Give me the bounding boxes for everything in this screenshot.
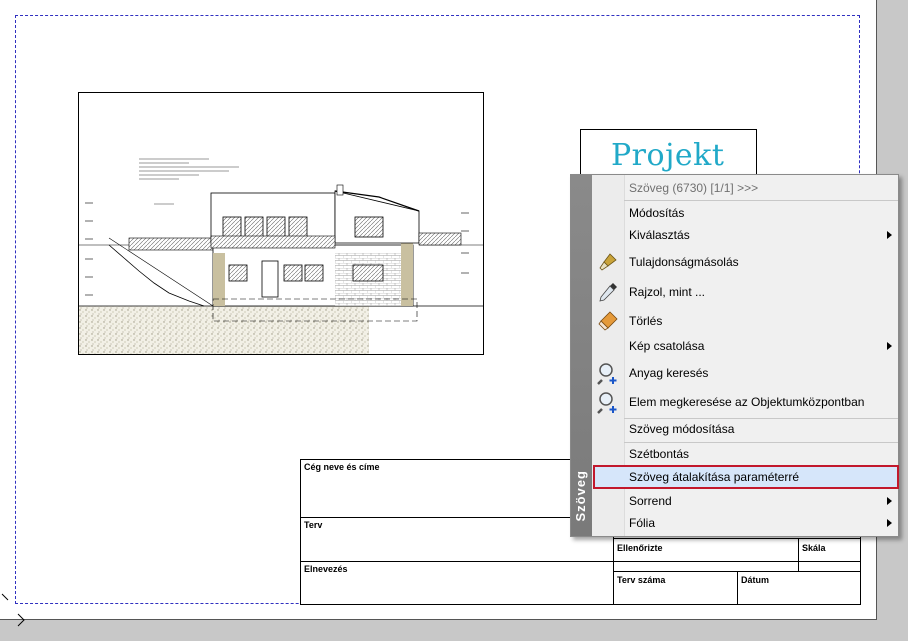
search-plus-icon bbox=[597, 363, 617, 385]
menu-item-find-in-object-center[interactable]: Elem megkeresése az Objektumközpontban bbox=[592, 388, 898, 416]
menu-item-convert-text-to-parameter[interactable]: Szöveg átalakítása paraméterré bbox=[593, 465, 899, 489]
date-label: Dátum bbox=[741, 575, 770, 585]
menu-item-label: Módosítás bbox=[629, 206, 685, 220]
cursor-marker-icon bbox=[1, 593, 25, 627]
menu-item-label: Anyag keresés bbox=[629, 366, 709, 380]
menu-side-title: Szöveg bbox=[573, 470, 588, 522]
submenu-arrow-icon bbox=[887, 519, 892, 527]
project-label-text: Projekt bbox=[611, 138, 725, 173]
menu-separator bbox=[624, 442, 898, 443]
checked-label: Ellenőrizte bbox=[617, 543, 663, 553]
plan-label: Terv bbox=[304, 520, 323, 530]
menu-item-select[interactable]: Kiválasztás bbox=[592, 225, 898, 245]
menu-item-order[interactable]: Sorrend bbox=[592, 491, 898, 511]
submenu-arrow-icon bbox=[887, 231, 892, 239]
menu-item-draw-like[interactable]: Rajzol, mint ... bbox=[592, 278, 898, 306]
menu-item-label: Szétbontás bbox=[629, 447, 690, 461]
elevation-svg bbox=[79, 158, 483, 354]
menu-item-explode[interactable]: Szétbontás bbox=[592, 444, 898, 464]
menu-header-label: Szöveg (6730) [1/1] >>> bbox=[629, 181, 759, 195]
menu-item-edit-text[interactable]: Szöveg módosítása bbox=[592, 419, 898, 439]
menu-item-label: Kép csatolása bbox=[629, 339, 705, 353]
menu-item-delete[interactable]: Törlés bbox=[592, 308, 898, 334]
menu-item-label: Szöveg átalakítása paraméterré bbox=[629, 470, 800, 484]
menu-item-label: Sorrend bbox=[629, 494, 672, 508]
menu-item-modify[interactable]: Módosítás bbox=[592, 203, 898, 223]
eraser-icon bbox=[598, 311, 618, 331]
menu-item-layer[interactable]: Fólia bbox=[592, 513, 898, 533]
menu-item-label: Rajzol, mint ... bbox=[629, 285, 706, 299]
context-menu: Szöveg Szöveg (6730) [1/1] >>> Módosítás… bbox=[570, 174, 899, 537]
menu-separator bbox=[624, 200, 898, 201]
menu-item-label: Törlés bbox=[629, 314, 663, 328]
submenu-arrow-icon bbox=[887, 342, 892, 350]
menu-item-copy-properties[interactable]: Tulajdonságmásolás bbox=[592, 249, 898, 275]
search-plus-icon bbox=[597, 392, 617, 414]
menu-item-attach-image[interactable]: Kép csatolása bbox=[592, 336, 898, 356]
scale-label: Skála bbox=[802, 543, 826, 553]
building-elevation-drawing[interactable] bbox=[78, 92, 484, 355]
menu-item-label: Szöveg módosítása bbox=[629, 422, 735, 436]
menu-item-label: Kiválasztás bbox=[629, 228, 690, 242]
menu-item-label: Elem megkeresése az Objektumközpontban bbox=[629, 395, 865, 409]
menu-item-material-search[interactable]: Anyag keresés bbox=[592, 359, 898, 387]
company-label: Cég neve és címe bbox=[304, 462, 380, 472]
menu-header-element-info[interactable]: Szöveg (6730) [1/1] >>> bbox=[592, 179, 898, 197]
name-label: Elnevezés bbox=[304, 564, 348, 574]
menu-item-label: Tulajdonságmásolás bbox=[629, 255, 739, 269]
menu-side-banner: Szöveg bbox=[571, 175, 592, 536]
submenu-arrow-icon bbox=[887, 497, 892, 505]
project-label-box[interactable]: Projekt bbox=[580, 129, 757, 177]
plan-number-label: Terv száma bbox=[617, 575, 666, 585]
pipette-icon bbox=[599, 283, 617, 302]
menu-item-label: Fólia bbox=[629, 516, 656, 530]
brush-icon bbox=[599, 253, 617, 271]
